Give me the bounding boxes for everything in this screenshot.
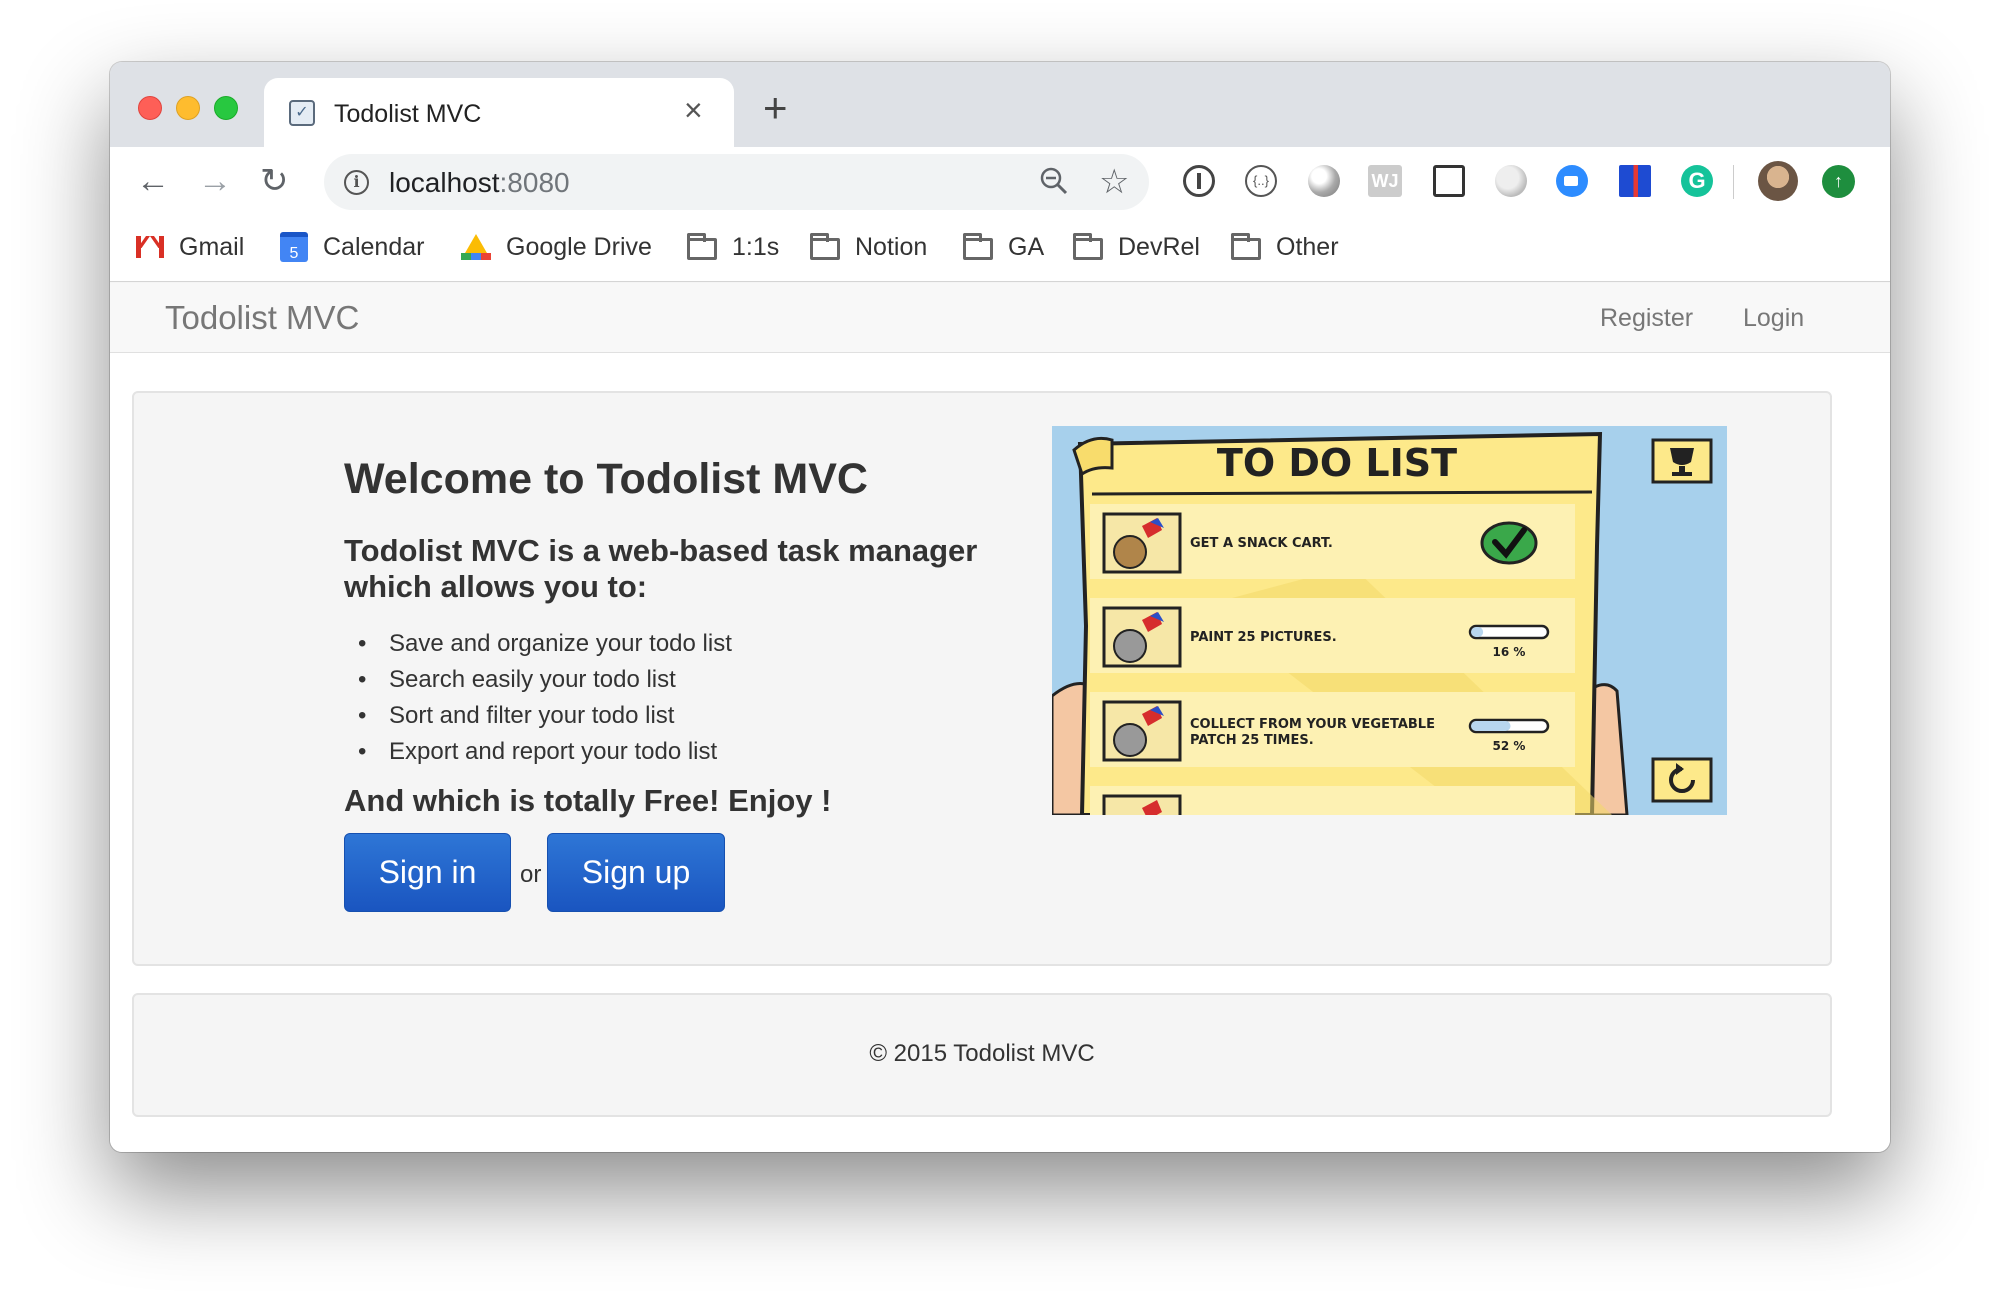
folder-icon — [810, 233, 840, 260]
feature-item: Search easily your todo list — [358, 662, 732, 698]
app-navbar: Todolist MVC Register Login — [110, 283, 1890, 353]
bookmark-label: Other — [1276, 232, 1339, 261]
folder-icon — [1073, 233, 1103, 260]
bookmark-label: DevRel — [1118, 232, 1200, 261]
bookmark-label: Notion — [855, 232, 928, 261]
replay-icon — [1651, 757, 1713, 803]
bookmark-label: Calendar — [323, 232, 425, 261]
url-text[interactable]: localhost:8080 — [389, 167, 570, 199]
bookmark-gmail[interactable]: Gmail — [136, 231, 244, 263]
bookmark-folder-devrel[interactable]: DevRel — [1073, 231, 1200, 263]
login-link[interactable]: Login — [1743, 304, 1804, 333]
zoom-video-extension-icon[interactable] — [1556, 165, 1588, 197]
sign-in-button[interactable]: Sign in — [344, 833, 511, 912]
url-port: :8080 — [499, 167, 570, 198]
info-icon[interactable]: i — [344, 170, 369, 195]
browser-toolbar: ← → ↻ i localhost:8080 ☆ {..} WJ G ↑ — [110, 147, 1890, 217]
medal-icon — [1102, 794, 1182, 815]
bookmark-label: GA — [1008, 232, 1045, 261]
navbar-brand[interactable]: Todolist MVC — [165, 299, 359, 337]
zoom-out-icon[interactable] — [1039, 166, 1069, 203]
back-arrow-icon[interactable]: ← — [136, 161, 170, 201]
wj-extension-icon[interactable]: WJ — [1368, 165, 1402, 197]
task-text: GET A SNACK CART. — [1190, 536, 1333, 551]
feature-item: Export and report your todo list — [358, 734, 732, 770]
maximize-window-button[interactable] — [214, 96, 238, 120]
browser-window: ✓ Todolist MVC × + ← → ↻ i localhost:808… — [110, 62, 1890, 1152]
bookmark-label: Google Drive — [506, 232, 652, 261]
progress-bar-fill — [1471, 627, 1484, 637]
gmail-icon — [136, 236, 164, 258]
minimize-window-button[interactable] — [176, 96, 200, 120]
extension-orb-icon[interactable] — [1308, 165, 1340, 197]
feature-list: Save and organize your todo list Search … — [358, 626, 732, 770]
sign-up-button[interactable]: Sign up — [547, 833, 725, 912]
page-footer: © 2015 Todolist MVC — [132, 993, 1832, 1117]
close-tab-icon[interactable]: × — [684, 94, 703, 126]
forward-arrow-icon[interactable]: → — [198, 161, 232, 201]
new-tab-icon[interactable]: + — [763, 87, 788, 129]
medal-icon — [1102, 512, 1182, 574]
tab-strip: ✓ Todolist MVC × + — [110, 62, 1890, 147]
medal-icon — [1102, 700, 1182, 762]
task-text: PATCH 25 TIMES. — [1190, 733, 1314, 748]
bookmark-folder-other[interactable]: Other — [1231, 231, 1339, 263]
or-separator: or — [520, 861, 542, 888]
feature-item: Save and organize your todo list — [358, 626, 732, 662]
update-arrow-icon[interactable]: ↑ — [1822, 165, 1855, 198]
register-link[interactable]: Register — [1600, 304, 1693, 333]
feature-item: Sort and filter your todo list — [358, 698, 732, 734]
web-page: Todolist MVC Register Login Welcome to T… — [110, 283, 1890, 1152]
url-host: localhost — [389, 167, 500, 198]
folder-icon — [687, 233, 717, 260]
reload-icon[interactable]: ↻ — [260, 161, 289, 201]
screenshot-extension-icon[interactable] — [1433, 165, 1465, 197]
welcome-subtitle: Todolist MVC is a web-based task manager… — [344, 533, 978, 604]
welcome-title: Welcome to Todolist MVC — [344, 455, 868, 503]
extension-grey-icon[interactable] — [1495, 165, 1527, 197]
checkbox-favicon-icon: ✓ — [289, 100, 315, 126]
illustration-heading: TO DO LIST — [1217, 441, 1457, 485]
check-icon — [1480, 521, 1538, 565]
medal-icon — [1102, 606, 1182, 668]
bookmark-google-drive[interactable]: Google Drive — [461, 231, 652, 263]
bookmarks-bar: Gmail 5 Calendar Google Drive 1:1s Notio… — [110, 217, 1890, 282]
toolbar-divider — [1733, 165, 1734, 199]
progress-label: 52 % — [1493, 739, 1526, 753]
tagline: And which is totally Free! Enjoy ! — [344, 783, 832, 818]
todo-list-illustration: TO DO LIST GET A SNACK CART. PAINT 25 PI… — [1052, 426, 1727, 815]
folder-icon — [1231, 233, 1261, 260]
progress-label: 16 % — [1493, 645, 1526, 659]
calendar-icon: 5 — [280, 232, 308, 262]
bookmark-label: 1:1s — [732, 232, 780, 261]
browser-tab[interactable]: ✓ Todolist MVC × — [264, 78, 734, 147]
google-drive-icon — [461, 234, 491, 260]
lighthouse-extension-icon[interactable] — [1619, 165, 1651, 197]
todo-list-drawing: TO DO LIST GET A SNACK CART. PAINT 25 PI… — [1052, 426, 1727, 815]
welcome-panel: Welcome to Todolist MVC Todolist MVC is … — [132, 391, 1832, 966]
trophy-icon — [1651, 438, 1713, 484]
bookmark-calendar[interactable]: 5 Calendar — [280, 231, 424, 263]
bookmark-star-icon[interactable]: ☆ — [1099, 162, 1129, 202]
address-bar[interactable]: i localhost:8080 ☆ — [324, 154, 1149, 210]
bookmark-folder-notion[interactable]: Notion — [810, 231, 927, 263]
progress-bar-fill — [1471, 721, 1511, 731]
grammarly-extension-icon[interactable]: G — [1681, 165, 1713, 197]
profile-avatar[interactable] — [1758, 161, 1798, 201]
bookmark-folder-1-1s[interactable]: 1:1s — [687, 231, 779, 263]
task-text: PAINT 25 PICTURES. — [1190, 630, 1337, 645]
task-text: COLLECT FROM YOUR VEGETABLE — [1190, 717, 1435, 732]
password-manager-extension-icon[interactable] — [1183, 165, 1215, 197]
close-window-button[interactable] — [138, 96, 162, 120]
json-viewer-extension-icon[interactable]: {..} — [1245, 165, 1277, 197]
tab-title: Todolist MVC — [334, 100, 482, 128]
bookmark-label: Gmail — [179, 232, 245, 261]
bookmark-folder-ga[interactable]: GA — [963, 231, 1044, 263]
folder-icon — [963, 233, 993, 260]
copyright-text: © 2015 Todolist MVC — [869, 1040, 1095, 1067]
